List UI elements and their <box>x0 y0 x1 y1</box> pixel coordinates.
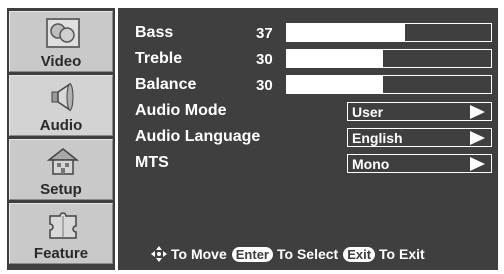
treble-label: Treble <box>135 50 183 67</box>
treble-slider[interactable] <box>286 49 492 68</box>
tab-audio-label: Audio <box>39 117 83 134</box>
mts-label: MTS <box>135 154 169 171</box>
tab-setup-label: Setup <box>40 181 82 198</box>
footer-exit-text: To Exit <box>379 246 425 262</box>
balance-slider[interactable] <box>286 75 492 94</box>
arrow-right-icon <box>470 157 485 171</box>
footer-move-text: To Move <box>171 246 227 262</box>
treble-value: 30 <box>256 51 273 68</box>
balance-slider-fill <box>287 76 383 93</box>
audio-language-label: Audio Language <box>135 128 261 145</box>
bass-label: Bass <box>135 24 174 41</box>
house-setup-icon <box>46 148 80 175</box>
bass-value: 37 <box>256 25 273 42</box>
audio-mode-label: Audio Mode <box>135 102 227 119</box>
mts-value: Mono <box>352 156 390 172</box>
footer-help: To Move Enter To Select Exit To Exit <box>151 246 430 262</box>
four-way-arrows-icon <box>151 246 167 262</box>
audio-mode-value: User <box>352 104 384 120</box>
footer-select-text: To Select <box>276 246 339 262</box>
speaker-icon <box>51 82 74 112</box>
balance-value: 30 <box>256 77 273 94</box>
mts-select[interactable]: Mono <box>347 154 492 173</box>
arrow-right-icon <box>470 105 485 119</box>
audio-menu-panel: Bass 37 Treble 30 Balance 30 Audio Mode … <box>118 8 498 270</box>
tab-setup[interactable]: Setup <box>9 139 113 200</box>
enter-key-icon: Enter <box>231 246 273 262</box>
treble-slider-fill <box>287 50 383 67</box>
tab-feature-label: Feature <box>33 245 89 262</box>
tab-audio[interactable]: Audio <box>9 75 113 136</box>
bass-slider[interactable] <box>286 23 492 42</box>
balance-label: Balance <box>135 76 197 93</box>
tab-feature[interactable]: Feature <box>9 203 113 264</box>
tv-osd-screen: Video Audio Setup Feature Bass 37 Treble… <box>0 0 504 274</box>
audio-language-select[interactable]: English <box>347 128 492 147</box>
tab-video[interactable]: Video <box>9 11 113 72</box>
video-screens-icon <box>46 18 80 48</box>
exit-key-icon: Exit <box>343 246 376 262</box>
arrow-right-icon <box>470 131 485 145</box>
audio-mode-select[interactable]: User <box>347 102 492 121</box>
puzzle-feature-icon <box>49 212 77 239</box>
tab-video-label: Video <box>40 53 82 70</box>
bass-slider-fill <box>287 24 405 41</box>
audio-language-value: English <box>352 130 403 146</box>
sidebar: Video Audio Setup Feature <box>7 8 115 270</box>
